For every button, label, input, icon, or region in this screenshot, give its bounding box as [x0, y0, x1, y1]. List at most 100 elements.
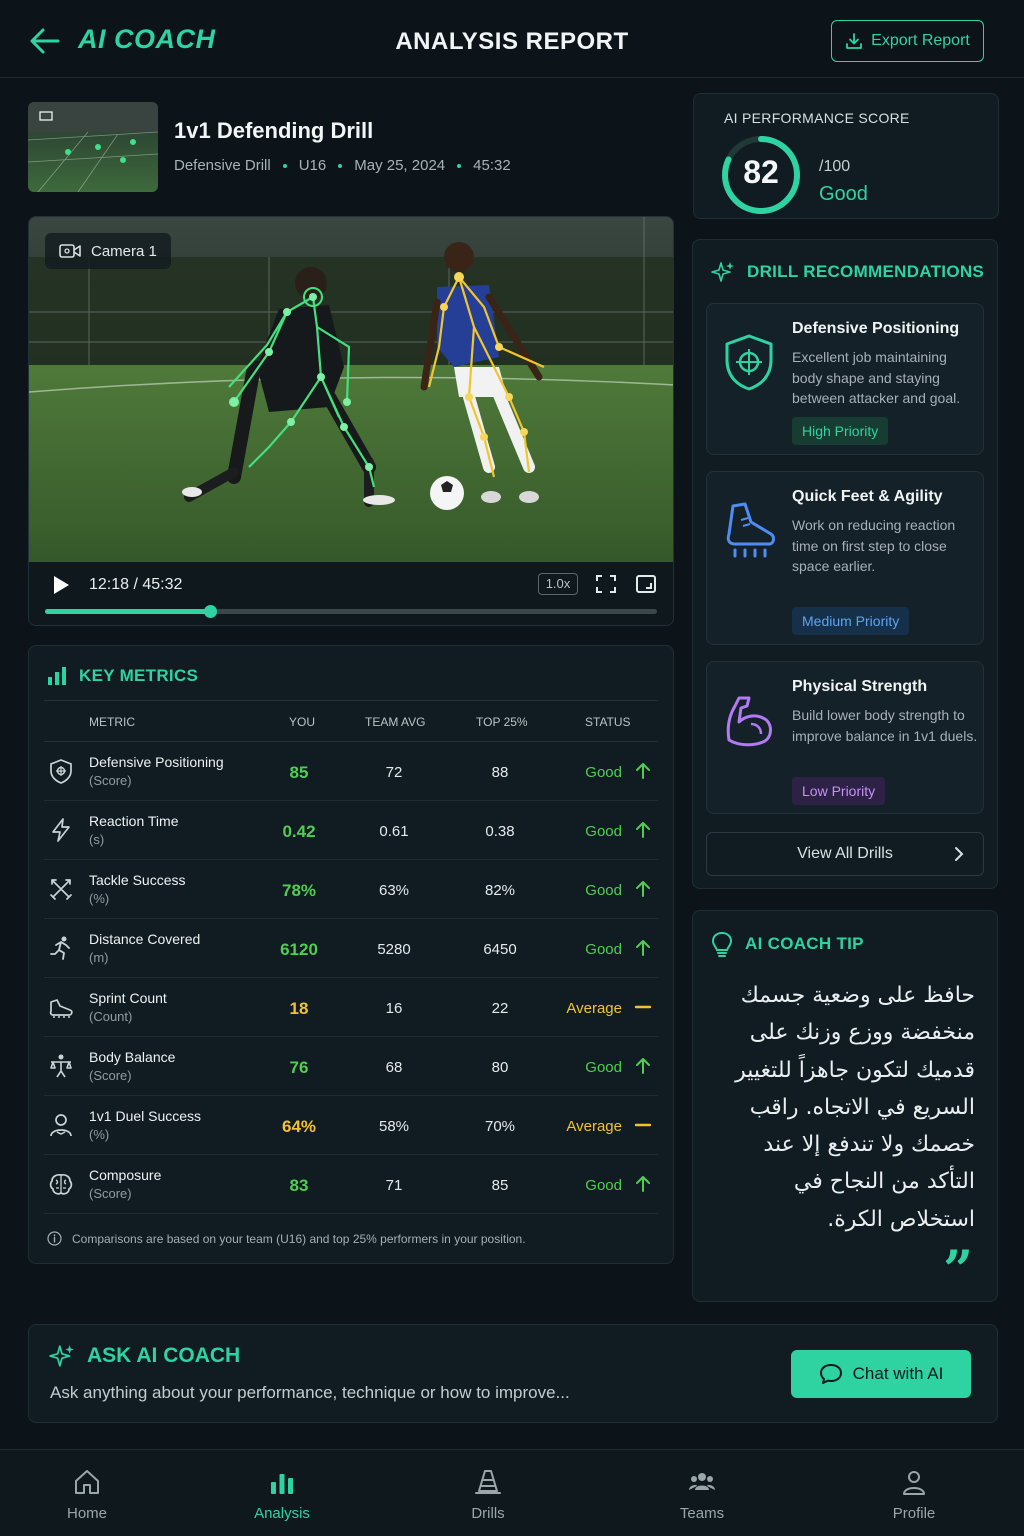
- play-icon[interactable]: [51, 574, 71, 596]
- video-scrubber-handle[interactable]: [204, 605, 218, 618]
- metric-top25: 6450: [483, 941, 517, 958]
- info-icon: [47, 1231, 62, 1246]
- metric-name: Composure: [89, 1167, 162, 1183]
- arrow-up-icon: [636, 1176, 650, 1192]
- metric-status: Good: [585, 1059, 622, 1076]
- fullscreen-icon[interactable]: [635, 574, 657, 594]
- focus-frame-icon[interactable]: [595, 574, 617, 594]
- arrow-up-icon: [636, 881, 650, 897]
- bar-chart-icon: [271, 1474, 293, 1494]
- drill-meta: Defensive Drill U16 May 25, 2024 45:32: [174, 157, 511, 174]
- home-icon: [75, 1470, 99, 1494]
- metric-you-value: 78%: [281, 881, 317, 900]
- metric-unit: (Count): [89, 1009, 133, 1024]
- table-row[interactable]: Body Balance (Score) 76 68 80 Good: [44, 1037, 658, 1096]
- table-row[interactable]: Defensive Positioning (Score) 85 72 88 Good: [44, 742, 658, 801]
- separator-dot: [338, 163, 343, 168]
- metric-status: Good: [585, 882, 622, 899]
- bar-chart-icon: [48, 667, 66, 685]
- metric-unit: (m): [89, 950, 109, 965]
- table-row[interactable]: Composure (Score) 83 71 85 Good: [44, 1155, 658, 1214]
- dash-icon: [634, 1005, 652, 1009]
- nav-label: Drills: [471, 1505, 505, 1522]
- nav-item-home[interactable]: Home: [27, 1450, 147, 1536]
- column-header-you: YOU: [289, 715, 316, 729]
- metric-team-avg: 71: [385, 1177, 403, 1194]
- shield-icon: [50, 759, 72, 784]
- metric-name: Defensive Positioning: [89, 754, 224, 770]
- metric-team-avg: 72: [385, 764, 403, 781]
- table-row[interactable]: Sprint Count (Count) 18 16 22 Average: [44, 978, 658, 1037]
- chat-bubble-icon: [819, 1364, 842, 1384]
- metric-top25: 85: [491, 1177, 509, 1194]
- recommendation-card[interactable]: Quick Feet & Agility Work on reducing re…: [706, 471, 984, 645]
- ask-ai-header: ASK AI COACH: [49, 1343, 240, 1369]
- video-progress-bar[interactable]: [45, 605, 657, 618]
- nav-item-analysis[interactable]: Analysis: [222, 1450, 342, 1536]
- drill-date: May 25, 2024: [354, 157, 446, 174]
- playback-speed-button[interactable]: 1.0x: [538, 573, 578, 595]
- metric-team-avg: 5280: [377, 941, 411, 958]
- person-icon: [50, 1114, 72, 1137]
- metric-status: Good: [585, 764, 622, 781]
- table-row[interactable]: Tackle Success (%) 78% 63% 82% Good: [44, 860, 658, 919]
- metric-you-value: 83: [289, 1176, 309, 1195]
- drill-duration: 45:32: [473, 157, 511, 174]
- score-value: 82: [743, 154, 779, 190]
- metric-top25: 70%: [484, 1118, 516, 1135]
- metric-status: Good: [585, 1177, 622, 1194]
- crossed-swords-icon: [50, 879, 72, 900]
- table-row[interactable]: Distance Covered (m) 6120 5280 6450 Good: [44, 919, 658, 978]
- quote-mark: ”: [943, 1240, 973, 1301]
- camera-icon: [59, 244, 81, 258]
- metric-you-value: 64%: [281, 1117, 317, 1136]
- sparkle-icon: [49, 1345, 74, 1367]
- chat-with-ai-button[interactable]: Chat with AI: [791, 1350, 971, 1398]
- football-boot-icon: [726, 502, 775, 558]
- video-time: 12:18 / 45:32: [89, 576, 183, 593]
- export-report-button[interactable]: Export Report: [831, 20, 984, 62]
- recommendations-header: DRILL RECOMMENDATIONS: [711, 260, 984, 284]
- metric-top25: 22: [491, 1000, 509, 1017]
- drill-recommendations-panel: DRILL RECOMMENDATIONS Defensive Position…: [692, 239, 998, 889]
- score-max: /100: [819, 158, 851, 175]
- comparison-note-text: Comparisons are based on your team (U16)…: [72, 1231, 526, 1246]
- metric-team-avg: 63%: [378, 882, 410, 899]
- drill-group: U16: [298, 157, 327, 174]
- recommendations-title: DRILL RECOMMENDATIONS: [747, 262, 985, 281]
- table-row[interactable]: 1v1 Duel Success (%) 64% 58% 70% Average: [44, 1096, 658, 1155]
- metric-you-value: 0.42: [282, 822, 316, 841]
- recommendation-card[interactable]: Defensive Positioning Excellent job main…: [706, 303, 984, 455]
- metric-name: Distance Covered: [89, 931, 201, 947]
- metric-top25: 0.38: [485, 823, 515, 840]
- metric-team-avg: 0.61: [379, 823, 409, 840]
- nav-item-teams[interactable]: Teams: [642, 1450, 762, 1536]
- nav-item-drills[interactable]: Drills: [428, 1450, 548, 1536]
- metric-top25: 88: [491, 764, 509, 781]
- key-metrics-header: KEY METRICS: [47, 666, 198, 686]
- runner-icon: [50, 936, 70, 960]
- table-row[interactable]: Reaction Time (s) 0.42 0.61 0.38 Good: [44, 801, 658, 860]
- recommendation-title: Physical Strength: [792, 678, 928, 695]
- metric-top25: 80: [491, 1059, 509, 1076]
- nav-item-profile[interactable]: Profile: [854, 1450, 974, 1536]
- balance-icon: [50, 1054, 72, 1078]
- camera-selector[interactable]: Camera 1: [45, 233, 171, 269]
- recommendation-card[interactable]: Physical Strength Build lower body stren…: [706, 661, 984, 814]
- key-metrics-title: KEY METRICS: [79, 666, 199, 685]
- nav-label: Profile: [892, 1505, 936, 1522]
- key-metrics-panel: KEY METRICS METRIC YOU TEAM AVG TOP 25% …: [28, 645, 674, 1264]
- view-all-drills-button[interactable]: View All Drills: [706, 832, 984, 876]
- metric-team-avg: 58%: [378, 1118, 410, 1135]
- flexed-arm-icon: [726, 696, 772, 747]
- video-player[interactable]: Camera 1 12:18 / 45:32 1.0x: [28, 216, 674, 626]
- arrow-up-icon: [636, 940, 650, 956]
- nav-label: Analysis: [254, 1505, 310, 1522]
- shoe-icon: [49, 999, 73, 1018]
- arrow-up-icon: [636, 1058, 650, 1074]
- metric-name: Body Balance: [89, 1049, 176, 1065]
- drill-thumbnail[interactable]: [28, 102, 158, 192]
- metric-team-avg: 68: [385, 1059, 403, 1076]
- ask-ai-coach-panel: ASK AI COACH Ask anything about your per…: [28, 1324, 998, 1423]
- recommendation-description: Excellent job maintaining body shape and…: [792, 349, 961, 407]
